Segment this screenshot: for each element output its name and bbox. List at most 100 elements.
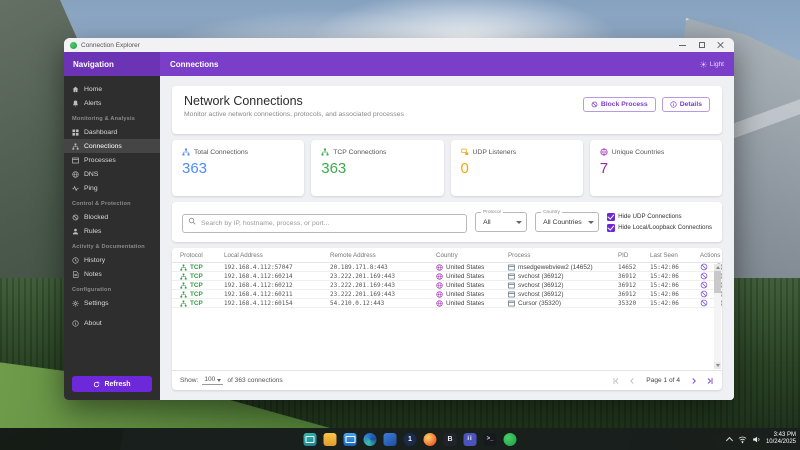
- block-action-icon[interactable]: [700, 290, 708, 298]
- page-size-select[interactable]: 100: [202, 376, 223, 385]
- task-view-icon[interactable]: [304, 433, 317, 446]
- start-button[interactable]: [284, 433, 297, 446]
- country-name: United States: [446, 291, 484, 298]
- clock[interactable]: 3:43 PM 10/24/2025: [766, 432, 796, 446]
- hub-icon: [180, 300, 187, 307]
- globe-icon: [436, 300, 443, 307]
- sidebar: Home Alerts Monitoring & Analysis Dashbo…: [64, 76, 160, 400]
- bell-icon: [72, 100, 79, 107]
- checkbox-label: Hide Local/Loopback Connections: [618, 224, 712, 231]
- scroll-up-icon[interactable]: [714, 264, 721, 271]
- search-input[interactable]: [182, 214, 467, 233]
- stat-label: Total Connections: [194, 149, 248, 156]
- terminal-icon[interactable]: [484, 433, 497, 446]
- connection-explorer-taskbar-icon[interactable]: [504, 433, 517, 446]
- refresh-button[interactable]: Refresh: [72, 376, 152, 392]
- close-button[interactable]: [717, 42, 724, 49]
- orange-browser-icon[interactable]: [424, 433, 437, 446]
- block-process-button[interactable]: Block Process: [583, 97, 656, 112]
- sidebar-item-label: Dashboard: [84, 129, 117, 136]
- info-icon: [72, 320, 79, 327]
- hide-udp-checkbox[interactable]: Hide UDP Connections: [607, 213, 712, 221]
- remote-address: 23.222.201.169:443: [330, 273, 436, 280]
- sidebar-item-blocked[interactable]: Blocked: [64, 210, 160, 224]
- pid-value: 36912: [618, 282, 650, 289]
- sidebar-item-notes[interactable]: Notes: [64, 267, 160, 281]
- scrollbar-thumb[interactable]: [714, 271, 721, 293]
- stat-unique-countries: Unique Countries 7: [590, 140, 722, 196]
- sidebar-item-ping[interactable]: Ping: [64, 181, 160, 195]
- column-header-process: Process: [508, 252, 618, 259]
- sidebar-item-about[interactable]: About: [64, 316, 160, 330]
- stat-value: 363: [321, 160, 433, 177]
- previous-page-icon[interactable]: [628, 377, 636, 385]
- mail-icon[interactable]: [344, 433, 357, 446]
- maximize-button[interactable]: [698, 42, 705, 49]
- sidebar-item-processes[interactable]: Processes: [64, 153, 160, 167]
- title-bar[interactable]: Connection Explorer: [64, 38, 734, 52]
- blue-app-icon[interactable]: [384, 433, 397, 446]
- sidebar-item-rules[interactable]: Rules: [64, 224, 160, 238]
- globe-icon: [436, 291, 443, 298]
- stat-total-connections: Total Connections 363: [172, 140, 304, 196]
- country-select-value: All Countries: [543, 219, 582, 226]
- hub-icon: [180, 264, 187, 271]
- theme-toggle-button[interactable]: Light: [700, 61, 724, 68]
- next-page-icon[interactable]: [690, 377, 698, 385]
- protocol-select[interactable]: Protocol All: [475, 212, 527, 232]
- country-name: United States: [446, 300, 484, 307]
- tray-date: 10/24/2025: [766, 439, 796, 446]
- sidebar-item-history[interactable]: History: [64, 253, 160, 267]
- page-label: Page 1 of 4: [646, 377, 680, 384]
- sidebar-item-alerts[interactable]: Alerts: [64, 96, 160, 110]
- process-icon: [508, 273, 515, 280]
- protocol-badge: TCP: [190, 291, 203, 298]
- sidebar-item-home[interactable]: Home: [64, 82, 160, 96]
- details-button[interactable]: Details: [662, 97, 710, 112]
- tray-overflow-icon[interactable]: [727, 436, 733, 442]
- taskbar: 3:43 PM 10/24/2025: [0, 428, 800, 450]
- minimize-button[interactable]: [679, 42, 686, 49]
- first-page-icon[interactable]: [612, 377, 620, 385]
- block-action-icon[interactable]: [700, 263, 708, 271]
- sidebar-item-dashboard[interactable]: Dashboard: [64, 125, 160, 139]
- checkbox-checked-icon: [607, 213, 615, 221]
- edge-browser-icon[interactable]: [364, 433, 377, 446]
- protocol-badge: TCP: [190, 264, 203, 271]
- speaker-icon[interactable]: [752, 435, 761, 444]
- table-scrollbar[interactable]: [714, 264, 721, 369]
- block-action-icon[interactable]: [700, 299, 708, 307]
- b-app-icon[interactable]: [444, 433, 457, 446]
- remote-address: 23.222.201.169:443: [330, 282, 436, 289]
- country-select[interactable]: Country All Countries: [535, 212, 599, 232]
- stat-tcp-connections: TCP Connections 363: [311, 140, 443, 196]
- table-row[interactable]: TCP 192.168.4.112:57047 20.189.171.8:443…: [172, 263, 722, 272]
- table-row[interactable]: TCP 192.168.4.112:60214 23.222.201.169:4…: [172, 272, 722, 281]
- remote-address: 23.222.201.169:443: [330, 291, 436, 298]
- app-window: Connection Explorer Navigation Connectio…: [64, 38, 734, 400]
- block-icon: [591, 101, 598, 108]
- hide-loopback-checkbox[interactable]: Hide Local/Loopback Connections: [607, 224, 712, 232]
- note-icon: [72, 271, 79, 278]
- file-explorer-icon[interactable]: [324, 433, 337, 446]
- sidebar-item-label: About: [84, 320, 102, 327]
- onepassword-icon[interactable]: [404, 433, 417, 446]
- stat-label: Unique Countries: [612, 149, 665, 156]
- sidebar-item-settings[interactable]: Settings: [64, 296, 160, 310]
- table-row[interactable]: TCP 192.168.4.112:60211 23.222.201.169:4…: [172, 290, 722, 299]
- wifi-icon[interactable]: [738, 435, 747, 444]
- teams-icon[interactable]: [464, 433, 477, 446]
- table-row[interactable]: TCP 192.168.4.112:60212 23.222.201.169:4…: [172, 281, 722, 290]
- scroll-down-icon[interactable]: [714, 362, 721, 369]
- table-rows: TCP 192.168.4.112:57047 20.189.171.8:443…: [172, 263, 722, 370]
- sidebar-section-monitoring: Monitoring & Analysis: [64, 110, 160, 125]
- desktop: Connection Explorer Navigation Connectio…: [0, 0, 800, 450]
- last-seen-value: 15:42:06: [650, 300, 694, 307]
- block-action-icon[interactable]: [700, 281, 708, 289]
- sidebar-item-dns[interactable]: DNS: [64, 167, 160, 181]
- table-row[interactable]: TCP 192.168.4.112:60154 54.210.0.12:443 …: [172, 299, 722, 308]
- pid-value: 36912: [618, 273, 650, 280]
- block-action-icon[interactable]: [700, 272, 708, 280]
- sidebar-item-connections[interactable]: Connections: [64, 139, 160, 153]
- last-page-icon[interactable]: [706, 377, 714, 385]
